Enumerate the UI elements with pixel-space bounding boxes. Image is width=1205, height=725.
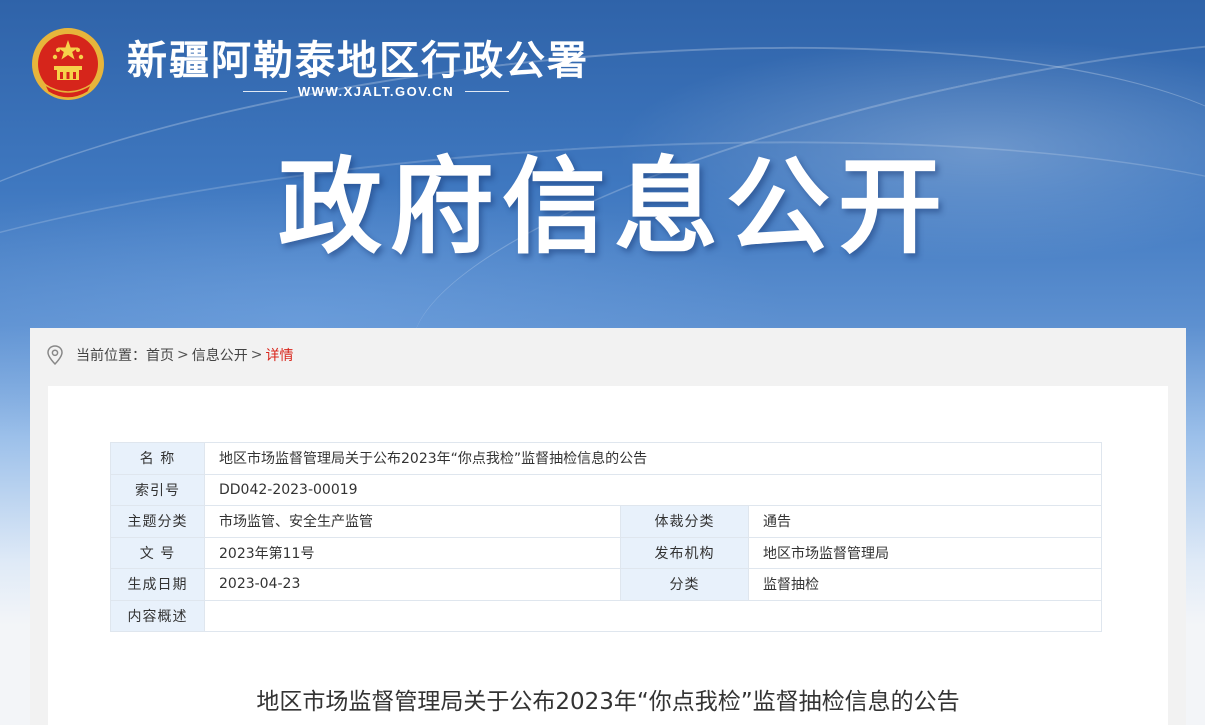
location-pin-icon (47, 345, 63, 365)
date-value: 2023-04-23 (204, 568, 621, 601)
breadcrumb-separator: > (177, 347, 189, 363)
breadcrumb-separator: > (250, 347, 263, 363)
divider-line (464, 90, 509, 92)
publisher-label: 发布机构 (620, 536, 749, 569)
genre-label: 体裁分类 (620, 505, 749, 538)
category-label: 分类 (620, 568, 749, 601)
breadcrumb-home-link[interactable]: 首页 (146, 345, 174, 365)
name-value: 地区市场监督管理局关于公布2023年“你点我检”监督抽检信息的公告 (204, 442, 1102, 475)
publisher-value: 地区市场监督管理局 (748, 536, 1102, 569)
breadcrumb-current: 详情 (265, 348, 294, 364)
breadcrumb-prefix: 当前位置： (76, 348, 146, 364)
breadcrumb-info-link[interactable]: 信息公开 (192, 345, 248, 365)
date-label: 生成日期 (110, 568, 205, 601)
topic-label: 主题分类 (110, 505, 205, 538)
summary-value (204, 599, 1102, 632)
table-row: 索引号 DD042-2023-00019 (110, 473, 1102, 506)
docno-label: 文 号 (110, 536, 205, 569)
content-panel: 当前位置： 首页 > 信息公开 > 详情 名 称 地区市场监督管理局关于公布20… (30, 328, 1186, 725)
site-url[interactable]: WWW.XJALT.GOV.CN (298, 84, 454, 99)
table-row: 内容概述 (110, 599, 1102, 632)
table-row: 文 号 2023年第11号 发布机构 地区市场监督管理局 (110, 536, 1102, 569)
docno-value: 2023年第11号 (204, 536, 621, 569)
detail-card: 名 称 地区市场监督管理局关于公布2023年“你点我检”监督抽检信息的公告 索引… (48, 386, 1168, 725)
document-title: 地区市场监督管理局关于公布2023年“你点我检”监督抽检信息的公告 (256, 689, 960, 715)
table-row: 主题分类 市场监管、安全生产监管 体裁分类 通告 (110, 505, 1102, 538)
national-emblem-icon[interactable] (30, 26, 106, 102)
site-url-row: WWW.XJALT.GOV.CN (243, 81, 509, 101)
hero-title: 政府信息公开 (278, 146, 951, 268)
name-label: 名 称 (110, 442, 205, 475)
table-row: 生成日期 2023-04-23 分类 监督抽检 (110, 568, 1102, 601)
summary-label: 内容概述 (110, 599, 205, 632)
category-value: 监督抽检 (748, 568, 1102, 601)
topic-value: 市场监管、安全生产监管 (204, 505, 621, 538)
index-value: DD042-2023-00019 (204, 473, 1102, 506)
site-title[interactable]: 新疆阿勒泰地区行政公署 (127, 28, 589, 86)
index-label: 索引号 (110, 473, 205, 506)
genre-value: 通告 (748, 505, 1102, 538)
info-table: 名 称 地区市场监督管理局关于公布2023年“你点我检”监督抽检信息的公告 索引… (110, 442, 1102, 632)
divider-line (243, 90, 287, 92)
breadcrumb: 当前位置： 首页 > 信息公开 > 详情 (46, 344, 293, 366)
table-row: 名 称 地区市场监督管理局关于公布2023年“你点我检”监督抽检信息的公告 (110, 442, 1102, 475)
